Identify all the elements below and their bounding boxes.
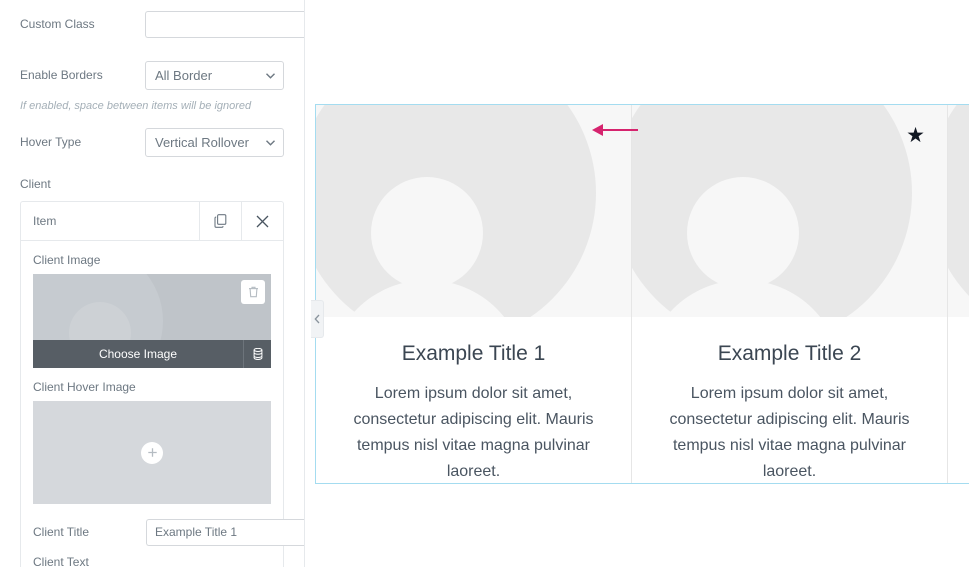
control-hover-type: Hover Type Vertical Rollover	[20, 127, 284, 157]
client-image-label: Client Image	[33, 253, 101, 267]
client-title-input-wrap	[146, 518, 304, 546]
client-card[interactable]: Example Title 1 Lorem ipsum dolor sit am…	[316, 105, 632, 483]
collapse-panel-handle[interactable]	[311, 300, 324, 338]
client-card-text: Lorem ipsum dolor sit amet, consectetur …	[353, 385, 594, 480]
live-preview: Example Title 1 Lorem ipsum dolor sit am…	[305, 0, 969, 567]
client-card-body: Example Title 1 Lorem ipsum dolor sit am…	[316, 317, 631, 483]
delete-image-button[interactable]	[241, 280, 265, 304]
client-section-label: Client	[20, 177, 51, 191]
enable-borders-label: Enable Borders	[20, 67, 103, 82]
repeater-item-body: Client Image Choose Image Client Hover I…	[21, 241, 304, 567]
repeater-item-header[interactable]: Item	[21, 202, 283, 241]
dynamic-tags-icon[interactable]	[243, 340, 271, 368]
remove-item-button[interactable]	[241, 202, 283, 240]
enable-borders-hint: If enabled, space between items will be …	[20, 100, 252, 112]
client-card-image	[948, 105, 969, 317]
page-builder-screen: Custom Class Enable Borders All Border I…	[0, 0, 969, 567]
client-title-field	[146, 518, 304, 546]
choose-image-bar: Choose Image	[33, 340, 271, 368]
enable-borders-select[interactable]: All Border	[145, 60, 284, 90]
control-client-text: Client Text	[33, 547, 271, 567]
control-enable-borders: Enable Borders All Border	[20, 60, 284, 90]
placeholder-head-shape	[687, 177, 799, 289]
client-title-label: Client Title	[33, 524, 90, 539]
control-custom-class: Custom Class	[20, 9, 304, 39]
client-card[interactable]: ★ Example Title 2 Lorem ipsum dolor sit …	[632, 105, 948, 483]
client-card-body	[948, 317, 969, 363]
client-card-title: Example Title 2	[717, 342, 862, 365]
repeater-item: Item Client Image Choose Image Client Ho…	[20, 201, 304, 567]
star-icon[interactable]: ★	[906, 125, 925, 146]
hover-type-select[interactable]: Vertical Rollover	[145, 127, 284, 157]
repeater-item-title[interactable]: Item	[21, 202, 199, 240]
client-card-title: Example Title 1	[401, 342, 546, 365]
hover-type-field: Vertical Rollover	[145, 127, 284, 157]
enable-borders-select-wrap: All Border	[145, 60, 284, 90]
client-card[interactable]	[948, 105, 969, 483]
hover-type-select-wrap: Vertical Rollover	[145, 127, 284, 157]
placeholder-head-shape	[371, 177, 483, 289]
settings-panel: Custom Class Enable Borders All Border I…	[0, 0, 305, 567]
client-text-label: Client Text	[33, 554, 89, 567]
choose-image-button[interactable]: Choose Image	[33, 340, 243, 368]
custom-class-field	[145, 10, 304, 38]
enable-borders-field: All Border	[145, 60, 284, 90]
client-card-image: ★	[632, 105, 947, 317]
client-hover-image-dropzone[interactable]	[33, 401, 271, 504]
custom-class-input-wrap	[145, 10, 304, 38]
hover-type-label: Hover Type	[20, 134, 82, 149]
control-client-title: Client Title	[33, 517, 304, 547]
client-card-image	[316, 105, 631, 317]
duplicate-item-button[interactable]	[199, 202, 241, 240]
custom-class-input[interactable]	[145, 10, 304, 38]
client-card-text: Lorem ipsum dolor sit amet, consectetur …	[669, 385, 910, 480]
client-hover-image-label: Client Hover Image	[33, 380, 136, 394]
plus-icon	[141, 441, 163, 464]
placeholder-bg-shape	[948, 105, 969, 317]
client-card-body: Example Title 2 Lorem ipsum dolor sit am…	[632, 317, 947, 483]
client-title-input[interactable]	[146, 518, 304, 546]
client-image-preview[interactable]: Choose Image	[33, 274, 271, 368]
clients-widget[interactable]: Example Title 1 Lorem ipsum dolor sit am…	[315, 104, 969, 484]
custom-class-label: Custom Class	[20, 16, 95, 31]
